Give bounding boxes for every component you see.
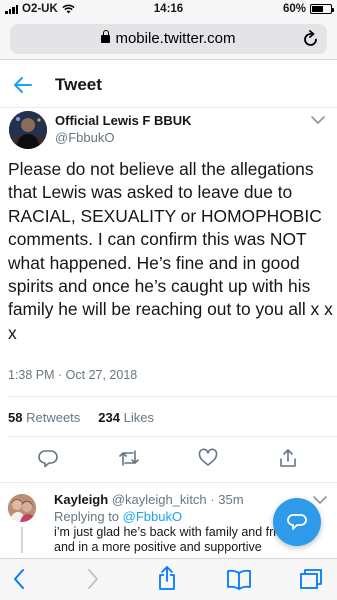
battery-icon bbox=[310, 4, 334, 14]
tweet-timestamp[interactable]: 1:38 PM · Oct 27, 2018 bbox=[8, 368, 137, 382]
retweets-label: Retweets bbox=[26, 410, 81, 425]
share-icon[interactable] bbox=[278, 448, 298, 468]
avatar-image bbox=[8, 494, 36, 522]
lock-icon bbox=[101, 30, 111, 43]
tweet-text: Please do not believe all the allegation… bbox=[8, 159, 333, 343]
reply-author-name[interactable]: Kayleigh bbox=[54, 492, 108, 507]
avatar-image bbox=[9, 111, 47, 149]
browser-chrome: mobile.twitter.com bbox=[0, 20, 337, 60]
battery-group: 60% bbox=[282, 3, 334, 15]
replying-to-label: Replying to bbox=[54, 509, 120, 524]
divider bbox=[8, 436, 337, 437]
divider bbox=[8, 396, 337, 397]
author-avatar[interactable] bbox=[9, 111, 47, 149]
tabs-icon[interactable] bbox=[299, 568, 323, 590]
likes-count: 234 bbox=[98, 410, 120, 425]
divider bbox=[0, 482, 337, 483]
chevron-down-icon[interactable] bbox=[313, 496, 327, 505]
likes-label: Likes bbox=[123, 410, 154, 425]
reload-icon[interactable] bbox=[303, 30, 319, 47]
page-title: Tweet bbox=[55, 75, 102, 94]
reply-icon[interactable] bbox=[38, 448, 58, 468]
author-handle[interactable]: @FbbukO bbox=[55, 130, 114, 145]
retweets-stat[interactable]: 58 Retweets bbox=[8, 410, 80, 425]
chevron-down-icon[interactable] bbox=[311, 116, 325, 125]
share-icon[interactable] bbox=[157, 565, 177, 591]
author-name[interactable]: Official Lewis F BBUK bbox=[55, 113, 192, 128]
tweet-stats: 58 Retweets 234 Likes bbox=[8, 410, 154, 425]
reply-author-handle[interactable]: @kayleigh_kitch bbox=[112, 492, 207, 507]
thread-line bbox=[21, 527, 23, 553]
reply-avatar[interactable] bbox=[8, 494, 36, 522]
back-icon[interactable] bbox=[12, 568, 26, 590]
replying-to: Replying to @FbbukO bbox=[54, 509, 182, 524]
retweet-icon[interactable] bbox=[118, 448, 140, 468]
battery-percent: 60% bbox=[282, 3, 306, 15]
retweets-count: 58 bbox=[8, 410, 23, 425]
replying-to-handle[interactable]: @FbbukO bbox=[123, 509, 182, 524]
status-bar: O2-UK 14:16 60% bbox=[0, 0, 337, 20]
reply-time: · 35m bbox=[210, 492, 244, 507]
back-arrow-icon[interactable] bbox=[13, 76, 33, 94]
address-bar[interactable]: mobile.twitter.com bbox=[10, 24, 327, 54]
compose-reply-icon bbox=[287, 514, 307, 530]
bookmarks-icon[interactable] bbox=[226, 568, 252, 590]
like-icon[interactable] bbox=[198, 448, 218, 468]
page-header: Tweet bbox=[0, 64, 337, 108]
reply-header: Kayleigh @kayleigh_kitch · 35m bbox=[54, 492, 244, 507]
likes-stat[interactable]: 234 Likes bbox=[98, 410, 154, 425]
forward-icon[interactable] bbox=[86, 568, 100, 590]
tweet-actions bbox=[0, 448, 337, 472]
safari-toolbar bbox=[0, 558, 337, 600]
url-text: mobile.twitter.com bbox=[115, 30, 236, 47]
compose-reply-button[interactable] bbox=[273, 498, 321, 546]
